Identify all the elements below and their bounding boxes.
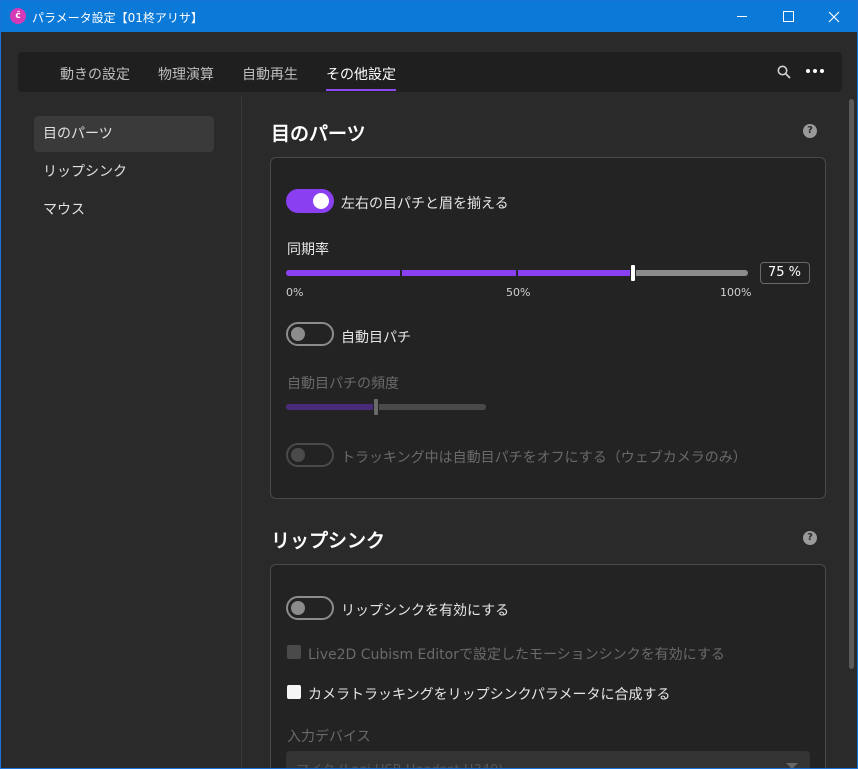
sync-rate-fill <box>286 270 633 276</box>
active-tab-indicator <box>326 89 396 91</box>
lipsync-section-title: リップシンク <box>271 530 386 552</box>
slider-max-label: 100% <box>720 286 752 299</box>
slider-min-label: 0% <box>286 286 304 299</box>
sidebar-divider <box>241 97 242 768</box>
title-bar[interactable]: ĉ パラメータ設定【01柊アリサ】 <box>1 1 857 32</box>
eye-section-title: 目のパーツ <box>271 123 366 145</box>
help-icon[interactable]: ? <box>803 531 817 545</box>
sync-rate-value-field[interactable]: 75 % <box>760 262 810 284</box>
search-icon[interactable] <box>777 65 791 79</box>
slider-tick <box>400 270 402 276</box>
sync-rate-label: 同期率 <box>287 242 329 258</box>
window-title: パラメータ設定【01柊アリサ】 <box>32 11 203 25</box>
sidebar-item-lipsync[interactable]: リップシンク <box>34 154 214 190</box>
tab-bar: 動きの設定 物理演算 自動再生 その他設定 <box>18 52 842 92</box>
settings-window: ĉ パラメータ設定【01柊アリサ】 動きの設定 物理演算 自動再生 その他設定 … <box>0 0 858 769</box>
input-device-select: マイク (Logi USB Headset H340) <box>286 751 810 768</box>
slider-mid-label: 50% <box>506 286 531 299</box>
tab-physics[interactable]: 物理演算 <box>158 64 214 84</box>
lipsync-enable-toggle[interactable] <box>286 596 334 620</box>
blink-frequency-slider <box>286 404 486 410</box>
input-device-label: 入力デバイス <box>287 729 371 745</box>
sidebar-item-eye-parts[interactable]: 目のパーツ <box>34 116 214 152</box>
sidebar-item-mouth[interactable]: マウス <box>34 192 214 228</box>
input-device-value: マイク (Logi USB Headset H340) <box>296 759 503 768</box>
tracking-blink-off-toggle <box>286 443 334 467</box>
editor-motionsync-checkbox <box>287 645 301 659</box>
blink-frequency-thumb <box>373 398 379 416</box>
maximize-button[interactable] <box>765 1 811 32</box>
align-blink-label: 左右の目パチと眉を揃える <box>341 196 509 212</box>
editor-motionsync-label: Live2D Cubism Editorで設定したモーションシンクを有効にする <box>308 647 725 663</box>
camera-lipsync-checkbox[interactable] <box>287 685 301 699</box>
scrollbar-thumb[interactable] <box>849 99 854 669</box>
tracking-blink-off-label: トラッキング中は自動目パチをオフにする（ウェブカメラのみ） <box>341 450 747 466</box>
more-options-icon[interactable] <box>805 64 825 78</box>
align-blink-toggle[interactable] <box>286 189 334 213</box>
close-icon <box>828 11 840 22</box>
minimize-button[interactable] <box>719 1 765 32</box>
lipsync-enable-label: リップシンクを有効にする <box>341 603 510 619</box>
app-icon: ĉ <box>10 8 26 24</box>
blink-frequency-label: 自動目パチの頻度 <box>287 376 399 392</box>
blink-frequency-fill <box>286 404 376 410</box>
auto-blink-toggle[interactable] <box>286 322 334 346</box>
close-button[interactable] <box>811 1 857 32</box>
chevron-down-icon <box>786 763 798 768</box>
sync-rate-slider[interactable] <box>286 270 748 276</box>
auto-blink-label: 自動目パチ <box>341 330 411 346</box>
sync-rate-thumb[interactable] <box>629 264 636 282</box>
camera-lipsync-label: カメラトラッキングをリップシンクパラメータに合成する <box>308 687 671 703</box>
tab-other-settings[interactable]: その他設定 <box>326 64 396 84</box>
help-icon[interactable]: ? <box>803 124 817 138</box>
tab-motion-settings[interactable]: 動きの設定 <box>60 64 130 84</box>
tab-auto-play[interactable]: 自動再生 <box>242 64 298 84</box>
slider-tick <box>516 270 518 276</box>
